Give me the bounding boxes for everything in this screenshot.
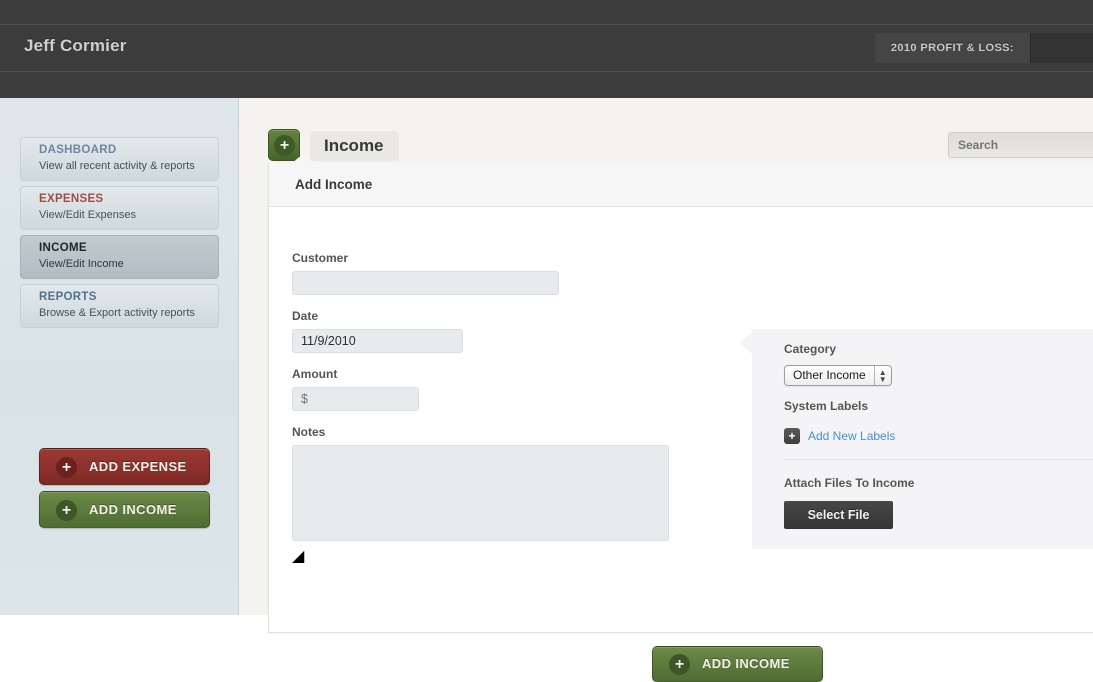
chevron-updown-icon: ▲▼ — [874, 366, 891, 385]
brand-user-name: Jeff Cormier — [24, 36, 127, 56]
select-file-button[interactable]: Select File — [784, 501, 893, 529]
add-new-labels-row[interactable]: + Add New Labels — [784, 428, 1093, 444]
sidebar-item-dashboard[interactable]: DASHBOARD View all recent activity & rep… — [20, 137, 219, 181]
profit-loss-label: 2010 PROFIT & LOSS: — [875, 33, 1031, 63]
plus-icon: + — [56, 457, 77, 478]
card-pointer-notch — [292, 154, 314, 163]
sidebar-nav: DASHBOARD View all recent activity & rep… — [20, 137, 219, 333]
add-income-button-label: ADD INCOME — [89, 502, 177, 517]
customer-input[interactable] — [292, 271, 559, 295]
sidebar-item-reports-subtitle: Browse & Export activity reports — [39, 306, 218, 321]
add-income-button[interactable]: + ADD INCOME — [39, 491, 210, 528]
category-label: Category — [784, 342, 1093, 356]
amount-input[interactable] — [292, 387, 419, 411]
add-expense-button-label: ADD EXPENSE — [89, 459, 187, 474]
sidebar-item-income[interactable]: INCOME View/Edit Income — [20, 235, 219, 279]
search-input[interactable] — [948, 132, 1093, 158]
attach-files-label: Attach Files To Income — [784, 476, 1093, 490]
sidebar: DASHBOARD View all recent activity & rep… — [0, 98, 239, 615]
category-select-value: Other Income — [793, 366, 874, 385]
plus-icon: + — [669, 654, 690, 675]
submit-add-income-label: ADD INCOME — [702, 656, 790, 671]
add-new-labels-link[interactable]: Add New Labels — [808, 429, 895, 443]
income-form: Customer Date Amount Notes ◢ — [292, 251, 669, 566]
notes-textarea[interactable] — [292, 445, 669, 541]
page-title: Add Income — [295, 177, 372, 192]
category-select[interactable]: Other Income▲▼ — [784, 365, 892, 386]
income-meta-panel: Category Other Income▲▼ System Labels + … — [752, 329, 1093, 549]
plus-icon: + — [56, 500, 77, 521]
resize-handle-icon[interactable]: ◢ — [292, 546, 669, 566]
notes-label: Notes — [292, 425, 669, 439]
sidebar-item-expenses-subtitle: View/Edit Expenses — [39, 208, 218, 223]
tab-income[interactable]: Income — [310, 131, 399, 161]
sidebar-item-expenses-title: EXPENSES — [39, 192, 218, 207]
system-labels-label: System Labels — [784, 399, 1093, 413]
card-header: Add Income — [269, 163, 1093, 207]
panel-divider — [784, 459, 1093, 460]
plus-icon[interactable]: + — [784, 428, 800, 444]
plus-icon: + — [274, 135, 295, 156]
sidebar-item-reports-title: REPORTS — [39, 290, 218, 305]
panel-pointer-arrow — [740, 332, 752, 354]
submit-add-income-button[interactable]: + ADD INCOME — [652, 646, 823, 682]
profit-loss-value — [1031, 33, 1093, 63]
sidebar-action-buttons: + ADD EXPENSE + ADD INCOME — [39, 448, 210, 534]
header-divider-bottom — [0, 71, 1093, 72]
date-label: Date — [292, 309, 669, 323]
sidebar-item-income-subtitle: View/Edit Income — [39, 257, 218, 272]
header-divider-top — [0, 24, 1093, 25]
sidebar-item-dashboard-title: DASHBOARD — [39, 143, 218, 158]
date-input[interactable] — [292, 329, 463, 353]
customer-label: Customer — [292, 251, 669, 265]
sidebar-item-dashboard-subtitle: View all recent activity & reports — [39, 159, 218, 174]
sidebar-item-reports[interactable]: REPORTS Browse & Export activity reports — [20, 284, 219, 328]
add-expense-button[interactable]: + ADD EXPENSE — [39, 448, 210, 485]
add-income-card: Add Income Customer Date Amount Notes ◢ … — [268, 163, 1093, 633]
top-header-bar: Jeff Cormier 2010 PROFIT & LOSS: — [0, 0, 1093, 98]
main-content: + Income Add Income Customer Date Amount… — [239, 98, 1093, 615]
sidebar-item-expenses[interactable]: EXPENSES View/Edit Expenses — [20, 186, 219, 230]
amount-label: Amount — [292, 367, 669, 381]
sidebar-item-income-title: INCOME — [39, 241, 218, 256]
